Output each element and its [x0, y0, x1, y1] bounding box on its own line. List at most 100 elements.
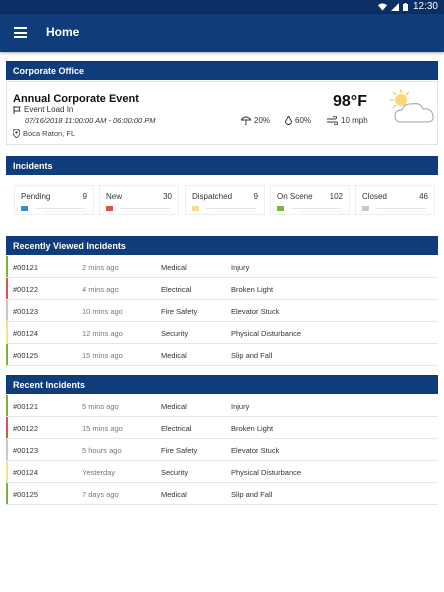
incident-description: Injury	[231, 263, 250, 272]
signal-icon	[391, 3, 399, 11]
incident-type: Electrical	[161, 424, 192, 433]
table-row[interactable]: #00125 7 days ago Medical Slip and Fall	[6, 483, 438, 505]
recent-incidents-list: #00121 5 mins ago Medical Injury #00122 …	[6, 395, 438, 505]
table-row[interactable]: #00121 2 mins ago Medical Injury	[6, 256, 438, 278]
temperature: 98°F	[333, 93, 367, 110]
event-location: Boca Raton, FL	[13, 129, 75, 138]
incident-time: 15 mins ago	[82, 424, 123, 433]
incident-description: Physical Disturbance	[231, 329, 302, 338]
incident-time: 2 mins ago	[82, 263, 119, 272]
event-status-label: Event Load In	[24, 105, 74, 114]
incident-id: #00124	[13, 468, 39, 477]
stat-card-dispatched[interactable]: Dispatched 9	[185, 185, 265, 215]
incident-description: Broken Light	[231, 285, 274, 294]
incident-time: 5 mins ago	[82, 402, 119, 411]
status-bar-indicator	[6, 344, 8, 365]
stat-swatch	[106, 206, 113, 211]
incident-time: 5 hours ago	[82, 446, 122, 455]
stat-swatch	[21, 206, 28, 211]
incident-type: Fire Safety	[161, 446, 198, 455]
precipitation: 20%	[241, 116, 270, 125]
status-bar-indicator	[6, 300, 8, 321]
precipitation-value: 20%	[254, 116, 271, 125]
wifi-icon	[378, 3, 387, 11]
menu-icon[interactable]	[14, 27, 27, 38]
status-bar-indicator	[6, 439, 8, 460]
table-row[interactable]: #00123 5 hours ago Fire Safety Elevator …	[6, 439, 438, 461]
stat-card-new[interactable]: New 30	[99, 185, 179, 215]
wind-icon	[327, 116, 338, 125]
event-status: Event Load In	[13, 105, 73, 114]
table-row[interactable]: #00124 12 mins ago Security Physical Dis…	[6, 322, 438, 344]
event-title: Annual Corporate Event	[13, 93, 139, 105]
incident-type: Fire Safety	[161, 307, 198, 316]
incident-id: #00122	[13, 424, 39, 433]
incident-time: 10 mins ago	[82, 307, 123, 316]
battery-icon	[403, 3, 408, 11]
stat-label: New	[106, 192, 123, 201]
humidity-value: 60%	[295, 116, 312, 125]
incident-id: #00125	[13, 490, 39, 499]
incident-id: #00123	[13, 307, 39, 316]
stat-card-closed[interactable]: Closed 46	[355, 185, 435, 215]
table-row[interactable]: #00123 10 mins ago Fire Safety Elevator …	[6, 300, 438, 322]
stat-count: 9	[253, 192, 258, 201]
incident-id: #00124	[13, 329, 39, 338]
stat-label: Pending	[21, 192, 51, 201]
incident-time: Yesterday	[82, 468, 116, 477]
incident-type: Electrical	[161, 285, 192, 294]
droplet-icon	[285, 116, 292, 125]
event-dates: 07/16/2018 11:00:00 AM - 06:00:00 PM	[25, 116, 156, 125]
recently-viewed-header: Recently Viewed Incidents	[6, 236, 438, 255]
flag-icon	[13, 105, 21, 114]
stat-label: Dispatched	[192, 192, 233, 201]
incident-time: 4 mins ago	[82, 285, 119, 294]
partly-cloudy-icon	[390, 89, 434, 123]
status-bar-indicator	[6, 461, 8, 482]
table-row[interactable]: #00125 15 mins ago Medical Slip and Fall	[6, 344, 438, 366]
incident-id: #00121	[13, 402, 39, 411]
incident-time: 7 days ago	[82, 490, 119, 499]
status-bar-indicator	[6, 278, 8, 299]
incidents-header: Incidents	[6, 156, 438, 175]
stat-swatch	[192, 206, 199, 211]
wind: 10 mph	[327, 116, 368, 125]
table-row[interactable]: #00122 15 mins ago Electrical Broken Lig…	[6, 417, 438, 439]
incident-id: #00123	[13, 446, 39, 455]
status-bar: 12:30	[0, 0, 444, 14]
status-bar-indicator	[6, 483, 8, 504]
recent-incidents-header: Recent Incidents	[6, 375, 438, 394]
incident-description: Elevator Stuck	[231, 446, 280, 455]
incident-type: Security	[161, 329, 189, 338]
table-row[interactable]: #00122 4 mins ago Electrical Broken Ligh…	[6, 278, 438, 300]
stat-card-on-scene[interactable]: On Scene 102	[270, 185, 350, 215]
clock: 12:30	[412, 1, 438, 12]
status-bar-indicator	[6, 395, 8, 416]
table-row[interactable]: #00124 Yesterday Security Physical Distu…	[6, 461, 438, 483]
system-icons	[378, 3, 408, 11]
incident-description: Slip and Fall	[231, 351, 273, 360]
wind-value: 10 mph	[341, 116, 368, 125]
incident-description: Slip and Fall	[231, 490, 273, 499]
incident-type: Medical	[161, 490, 187, 499]
incident-type: Medical	[161, 351, 187, 360]
stat-card-pending[interactable]: Pending 9	[14, 185, 94, 215]
stat-count: 30	[163, 192, 172, 201]
stat-label: On Scene	[277, 192, 313, 201]
event-card[interactable]: Annual Corporate Event Event Load In 07/…	[6, 81, 438, 145]
stat-swatch	[277, 206, 284, 211]
recently-viewed-list: #00121 2 mins ago Medical Injury #00122 …	[6, 256, 438, 366]
app-bar: Home	[0, 14, 444, 52]
incident-description: Physical Disturbance	[231, 468, 302, 477]
incident-type: Security	[161, 468, 189, 477]
incident-time: 12 mins ago	[82, 329, 123, 338]
humidity: 60%	[285, 116, 311, 125]
location-pin-icon	[13, 129, 20, 138]
table-row[interactable]: #00121 5 mins ago Medical Injury	[6, 395, 438, 417]
incident-description: Elevator Stuck	[231, 307, 280, 316]
incident-id: #00122	[13, 285, 39, 294]
stat-count: 46	[419, 192, 428, 201]
incident-id: #00125	[13, 351, 39, 360]
stat-swatch	[362, 206, 369, 211]
status-bar-indicator	[6, 322, 8, 343]
